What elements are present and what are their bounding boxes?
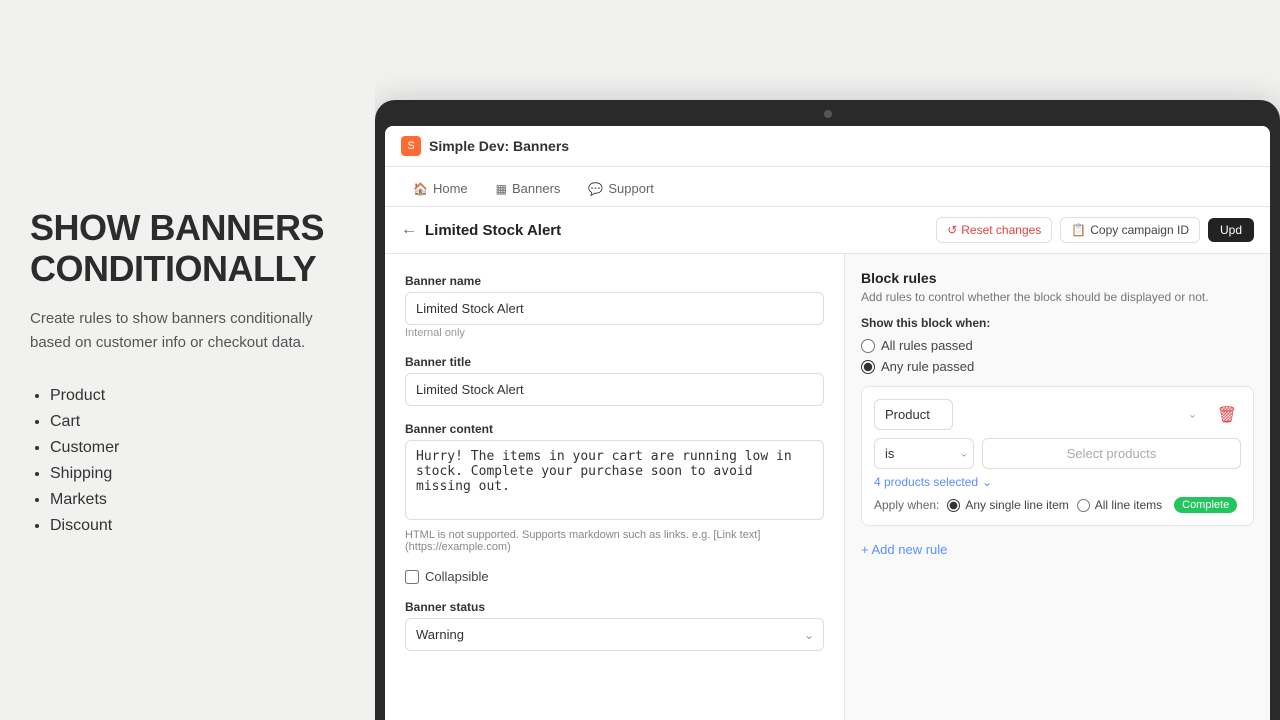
rule-type-select[interactable]: Product Cart Customer Shipping Markets D… (874, 399, 953, 430)
rule-condition-select-wrapper: is is not ⌄ (874, 438, 974, 469)
app-icon: S (401, 136, 421, 156)
rule-type-row: Product Cart Customer Shipping Markets D… (874, 399, 1241, 430)
rule-type-arrow: ⌄ (1188, 409, 1196, 420)
banner-status-select-wrapper: Warning Info Success Error ⌄ (405, 618, 824, 651)
banners-icon: ▦ (496, 182, 507, 196)
all-rules-radio[interactable] (861, 339, 875, 353)
add-new-rule-button[interactable]: + Add new rule (861, 538, 947, 561)
right-panel: S Simple Dev: Banners 🏠 Home ▦ Banners 💬… (375, 0, 1280, 720)
page-header-left: ← Limited Stock Alert (401, 221, 561, 239)
any-rule-row: Any rule passed (861, 359, 1254, 374)
apply-when-label: Apply when: (874, 498, 939, 512)
any-rule-radio[interactable] (861, 360, 875, 374)
page-header-right: ↺ Reset changes 📋 Copy campaign ID Upd (936, 217, 1254, 243)
feature-list: Product Cart Customer Shipping Markets D… (30, 387, 345, 543)
complete-badge: Complete (1174, 497, 1237, 513)
banner-name-hint: Internal only (405, 327, 824, 339)
banner-title-label: Banner title (405, 355, 824, 369)
main-heading: SHOW BANNERS CONDITIONALLY (30, 207, 345, 290)
copy-icon: 📋 (1071, 223, 1086, 237)
nav-support[interactable]: 💬 Support (576, 175, 666, 206)
all-line-label: All line items (1095, 498, 1162, 512)
any-single-line-item-row: Any single line item (947, 498, 1068, 512)
banner-title-input[interactable] (405, 373, 824, 406)
rule-delete-button[interactable]: 🗑 (1213, 405, 1241, 425)
collapsible-checkbox[interactable] (405, 570, 419, 584)
products-selected-link[interactable]: 4 products selected ⌄ (874, 475, 1241, 489)
show-block-radio-group: All rules passed Any rule passed (861, 338, 1254, 374)
rule-condition-select[interactable]: is is not (874, 438, 974, 469)
nav-banners[interactable]: ▦ Banners (484, 175, 573, 206)
nav-home-label: Home (433, 181, 468, 196)
all-rules-row: All rules passed (861, 338, 1254, 353)
rules-title: Block rules (861, 270, 1254, 286)
tablet-frame: S Simple Dev: Banners 🏠 Home ▦ Banners 💬… (375, 100, 1280, 720)
banner-name-group: Banner name Internal only (405, 274, 824, 339)
collapsible-label: Collapsible (425, 569, 489, 584)
app-window: S Simple Dev: Banners 🏠 Home ▦ Banners 💬… (385, 126, 1270, 720)
reset-icon: ↺ (947, 223, 957, 237)
update-button[interactable]: Upd (1208, 218, 1254, 242)
home-icon: 🏠 (413, 182, 428, 196)
all-rules-label: All rules passed (881, 338, 973, 353)
any-single-label: Any single line item (965, 498, 1068, 512)
support-icon: 💬 (588, 182, 603, 196)
any-single-radio[interactable] (947, 499, 960, 512)
app-title: Simple Dev: Banners (429, 138, 569, 154)
list-item: Customer (50, 439, 345, 457)
banner-status-label: Banner status (405, 600, 824, 614)
banner-title-group: Banner title (405, 355, 824, 406)
app-titlebar: S Simple Dev: Banners (385, 126, 1270, 167)
rules-panel: Block rules Add rules to control whether… (845, 254, 1270, 720)
nav-home[interactable]: 🏠 Home (401, 175, 480, 206)
banner-status-select[interactable]: Warning Info Success Error (405, 618, 824, 651)
chevron-down-icon: ⌄ (982, 475, 992, 489)
copy-campaign-id-button[interactable]: 📋 Copy campaign ID (1060, 217, 1200, 243)
app-content: Banner name Internal only Banner title B… (385, 254, 1270, 720)
banner-name-label: Banner name (405, 274, 824, 288)
show-block-label: Show this block when: (861, 316, 1254, 330)
back-button[interactable]: ← (401, 221, 417, 239)
rule-type-select-wrapper: Product Cart Customer Shipping Markets D… (874, 399, 1205, 430)
list-item: Product (50, 387, 345, 405)
collapsible-row: Collapsible (405, 569, 824, 584)
select-products-button[interactable]: Select products (982, 438, 1241, 469)
banner-content-note: HTML is not supported. Supports markdown… (405, 529, 824, 553)
list-item: Shipping (50, 465, 345, 483)
app-nav: 🏠 Home ▦ Banners 💬 Support (385, 167, 1270, 207)
nav-support-label: Support (608, 181, 654, 196)
banner-content-textarea[interactable] (405, 440, 824, 520)
banner-content-group: Banner content HTML is not supported. Su… (405, 422, 824, 553)
main-description: Create rules to show banners conditional… (30, 307, 345, 355)
page-header: ← Limited Stock Alert ↺ Reset changes 📋 … (385, 207, 1270, 254)
apply-when-row: Apply when: Any single line item All lin… (874, 497, 1241, 513)
banner-content-label: Banner content (405, 422, 824, 436)
nav-banners-label: Banners (512, 181, 560, 196)
list-item: Markets (50, 491, 345, 509)
form-panel: Banner name Internal only Banner title B… (385, 254, 845, 720)
all-line-radio[interactable] (1077, 499, 1090, 512)
left-panel: SHOW BANNERS CONDITIONALLY Create rules … (0, 0, 375, 720)
rules-description: Add rules to control whether the block s… (861, 290, 1254, 304)
page-title: Limited Stock Alert (425, 222, 561, 239)
reset-changes-button[interactable]: ↺ Reset changes (936, 217, 1052, 243)
rule-condition-row: is is not ⌄ Select products (874, 438, 1241, 469)
list-item: Cart (50, 413, 345, 431)
banner-name-input[interactable] (405, 292, 824, 325)
any-rule-label: Any rule passed (881, 359, 974, 374)
tablet-notch (824, 110, 832, 118)
rule-block: Product Cart Customer Shipping Markets D… (861, 386, 1254, 526)
list-item: Discount (50, 517, 345, 535)
all-line-items-row: All line items (1077, 498, 1162, 512)
banner-status-group: Banner status Warning Info Success Error… (405, 600, 824, 651)
